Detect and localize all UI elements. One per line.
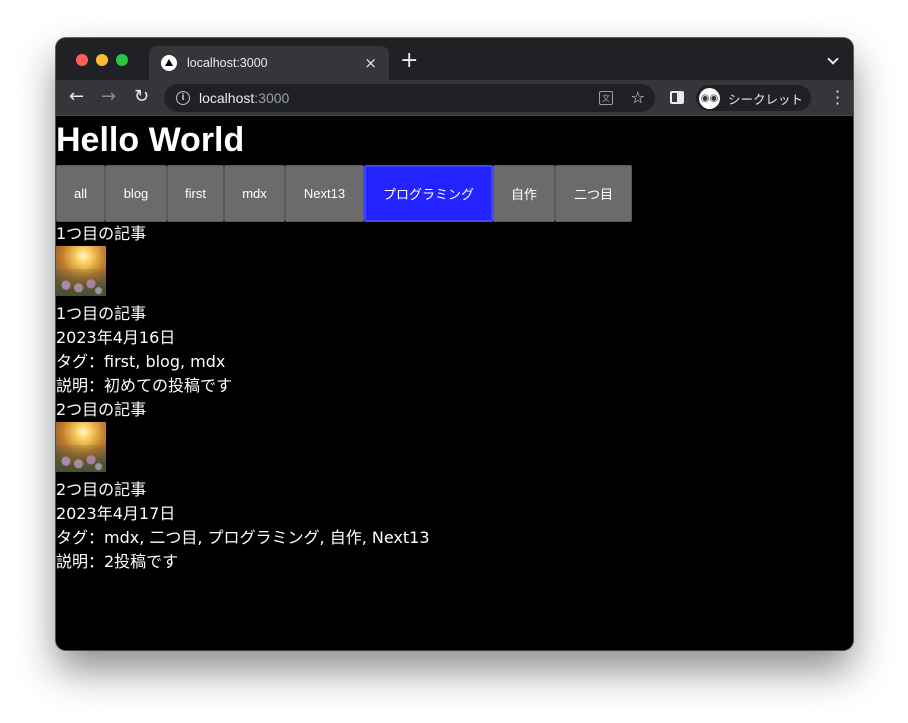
- tag-button-first[interactable]: first: [167, 165, 224, 222]
- tag-button-programming[interactable]: プログラミング: [364, 165, 493, 222]
- tab-strip: localhost:3000 × +: [56, 38, 853, 80]
- back-arrow-icon[interactable]: ←: [69, 88, 84, 106]
- page-viewport: Hello World all blog first mdx Next13 プロ…: [56, 117, 853, 650]
- tag-button-futatsume[interactable]: 二つ目: [555, 165, 632, 222]
- site-info-icon[interactable]: i: [176, 91, 190, 105]
- translate-icon[interactable]: 文: [599, 91, 613, 105]
- tag-button-all[interactable]: all: [56, 165, 105, 222]
- tag-button-blog[interactable]: blog: [105, 165, 167, 222]
- post-thumbnail[interactable]: [56, 246, 106, 296]
- post-date: 2023年4月17日: [56, 504, 176, 523]
- minimize-window-button[interactable]: [96, 54, 108, 66]
- more-menu-icon[interactable]: · · ·: [835, 84, 840, 112]
- post-tags: タグ：first, blog, mdx: [56, 352, 226, 371]
- post-description: 説明：2投稿です: [56, 552, 179, 571]
- zoom-window-button[interactable]: [116, 54, 128, 66]
- url-port: :3000: [254, 90, 290, 106]
- post-date: 2023年4月16日: [56, 328, 176, 347]
- tag-button-next13[interactable]: Next13: [285, 165, 364, 222]
- incognito-icon: ◉◉: [699, 87, 720, 109]
- tag-filter-bar: all blog first mdx Next13 プログラミング 自作 二つ目: [56, 165, 632, 222]
- close-window-button[interactable]: [76, 54, 88, 66]
- bookmark-star-icon[interactable]: ☆: [631, 88, 645, 107]
- tag-button-mdx[interactable]: mdx: [224, 165, 285, 222]
- browser-toolbar: ← → ↻ i localhost :3000 文 ☆ ◉◉ シークレット · ·…: [56, 80, 853, 116]
- tab-close-icon[interactable]: ×: [364, 54, 377, 72]
- side-panel-icon[interactable]: [670, 91, 684, 104]
- post-description: 説明：初めての投稿です: [56, 376, 233, 395]
- post-title: 1つ目の記事: [56, 304, 147, 323]
- new-tab-button[interactable]: +: [400, 50, 418, 72]
- nextjs-favicon-icon: [161, 55, 177, 71]
- page-title: Hello World: [56, 121, 245, 159]
- post-thumbnail[interactable]: [56, 422, 106, 472]
- tab-search-chevron-icon[interactable]: [827, 53, 839, 65]
- incognito-profile-button[interactable]: ◉◉ シークレット: [696, 85, 811, 111]
- tab-title: localhost:3000: [187, 56, 268, 70]
- forward-arrow-icon[interactable]: →: [101, 88, 116, 106]
- tag-button-jisaku[interactable]: 自作: [493, 165, 555, 222]
- browser-tab[interactable]: localhost:3000 ×: [149, 46, 389, 80]
- post-tags: タグ：mdx, 二つ目, プログラミング, 自作, Next13: [56, 528, 430, 547]
- profile-label: シークレット: [728, 91, 804, 107]
- address-bar[interactable]: i localhost :3000 文 ☆: [164, 84, 655, 112]
- post-title: 2つ目の記事: [56, 480, 147, 499]
- reload-icon[interactable]: ↻: [134, 88, 149, 106]
- browser-window: localhost:3000 × + ← → ↻ i localhost :30…: [56, 38, 853, 650]
- post-heading-link[interactable]: 1つ目の記事: [56, 224, 146, 244]
- url-host: localhost: [199, 90, 255, 106]
- post-heading-link[interactable]: 2つ目の記事: [56, 400, 146, 420]
